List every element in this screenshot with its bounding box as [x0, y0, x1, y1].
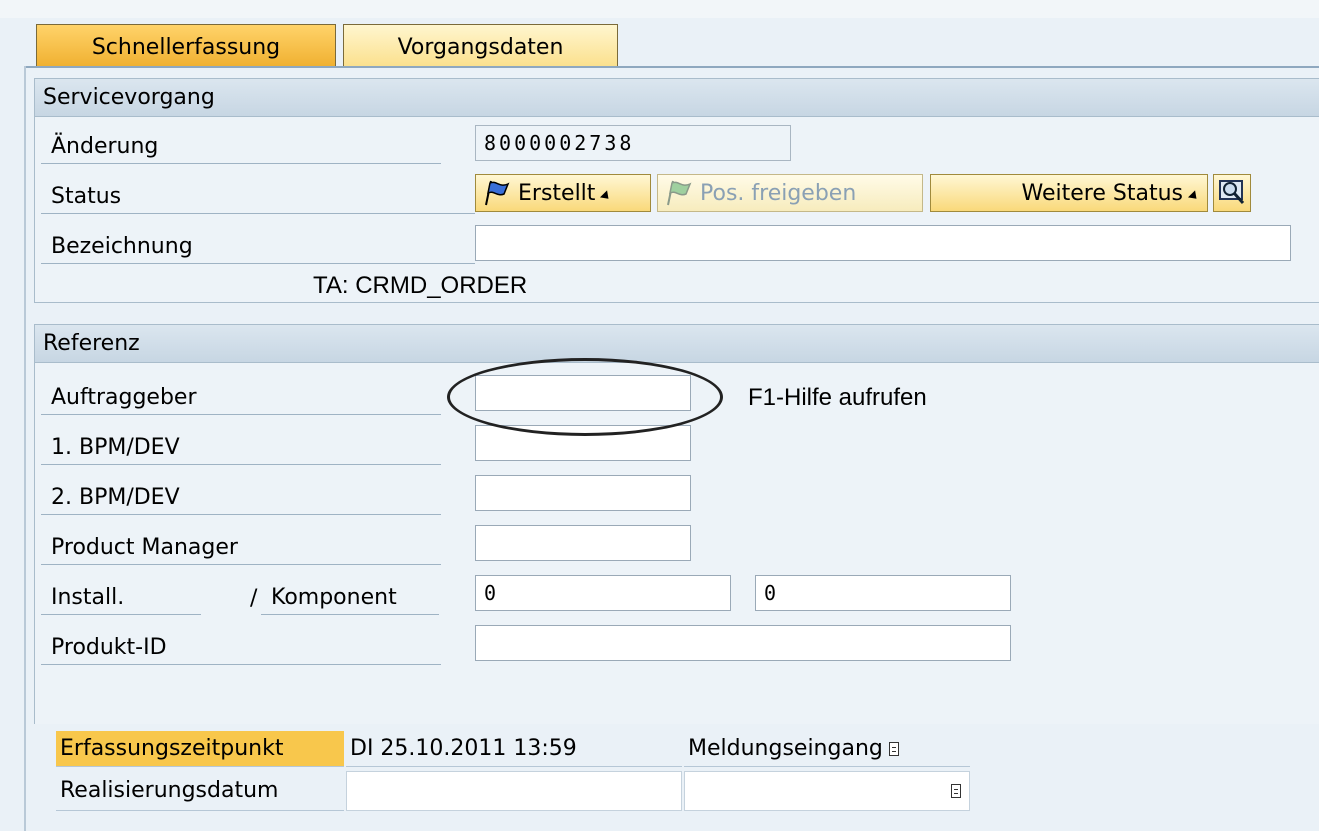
- bpm2-label: 2. BPM/DEV: [41, 481, 441, 515]
- tab-schnellerfassung[interactable]: Schnellerfassung: [36, 24, 336, 67]
- bezeichnung-label: Bezeichnung: [41, 230, 475, 264]
- aenderung-field: 8000002738: [475, 125, 791, 161]
- magnifier-icon: [1219, 180, 1245, 205]
- realisierung-time-field[interactable]: [684, 771, 970, 811]
- realisierung-label: Realisierungsdatum: [56, 771, 344, 811]
- group-header: Servicevorgang: [35, 79, 1319, 117]
- flag-icon: [485, 180, 510, 206]
- komponent-field[interactable]: 0: [755, 575, 1011, 611]
- tab-label: Vorgangsdaten: [397, 34, 564, 60]
- weitere-status-button[interactable]: Weitere Status: [930, 174, 1208, 212]
- bpm2-field[interactable]: [475, 475, 691, 511]
- erfassung-value: DI 25.10.2011 13:59: [346, 731, 682, 767]
- tab-vorgangsdaten[interactable]: Vorgangsdaten: [343, 24, 618, 67]
- dropdown-icon: [1187, 189, 1201, 202]
- tab-label: Schnellerfassung: [91, 34, 281, 60]
- slash-separator: /: [250, 585, 258, 611]
- produkt-id-label: Produkt-ID: [41, 631, 441, 665]
- product-manager-field[interactable]: [475, 525, 691, 561]
- flag-icon: [667, 180, 692, 206]
- bpm1-label: 1. BPM/DEV: [41, 431, 441, 465]
- pos-freigeben-button[interactable]: Pos. freigeben: [657, 174, 923, 212]
- erfassung-label: Erfassungszeitpunkt: [56, 731, 344, 767]
- group-header: Referenz: [35, 325, 1319, 363]
- group-title: Referenz: [43, 331, 140, 356]
- tab-divider: [24, 66, 1319, 68]
- product-manager-label: Product Manager: [41, 531, 441, 565]
- meldungseingang-label: Meldungseingang: [684, 731, 970, 767]
- top-strip: [0, 0, 1319, 18]
- document-icon: [888, 741, 899, 756]
- dropdown-icon: [600, 189, 613, 202]
- aenderung-label: Änderung: [41, 130, 441, 164]
- bezeichnung-field[interactable]: [475, 225, 1291, 261]
- ta-text: TA: CRMD_ORDER: [313, 272, 528, 299]
- erstellt-button[interactable]: Erstellt: [475, 174, 651, 212]
- produkt-id-field[interactable]: [475, 625, 1011, 661]
- pane-border: [24, 66, 26, 831]
- install-field[interactable]: 0: [475, 575, 731, 611]
- komponent-label: Komponent: [261, 581, 439, 615]
- auftraggeber-label: Auftraggeber: [41, 381, 441, 415]
- install-label: Install.: [41, 581, 201, 615]
- group-title: Servicevorgang: [43, 85, 215, 110]
- f1-annotation: F1-Hilfe aufrufen: [748, 384, 927, 411]
- realisierung-date-field[interactable]: [346, 771, 682, 811]
- document-icon: [951, 784, 961, 798]
- highlight-oval: [447, 358, 723, 436]
- servicevorgang-group: Servicevorgang Änderung 8000002738 Statu…: [34, 78, 1319, 303]
- status-label: Status: [41, 180, 475, 214]
- status-detail-button[interactable]: [1213, 174, 1251, 212]
